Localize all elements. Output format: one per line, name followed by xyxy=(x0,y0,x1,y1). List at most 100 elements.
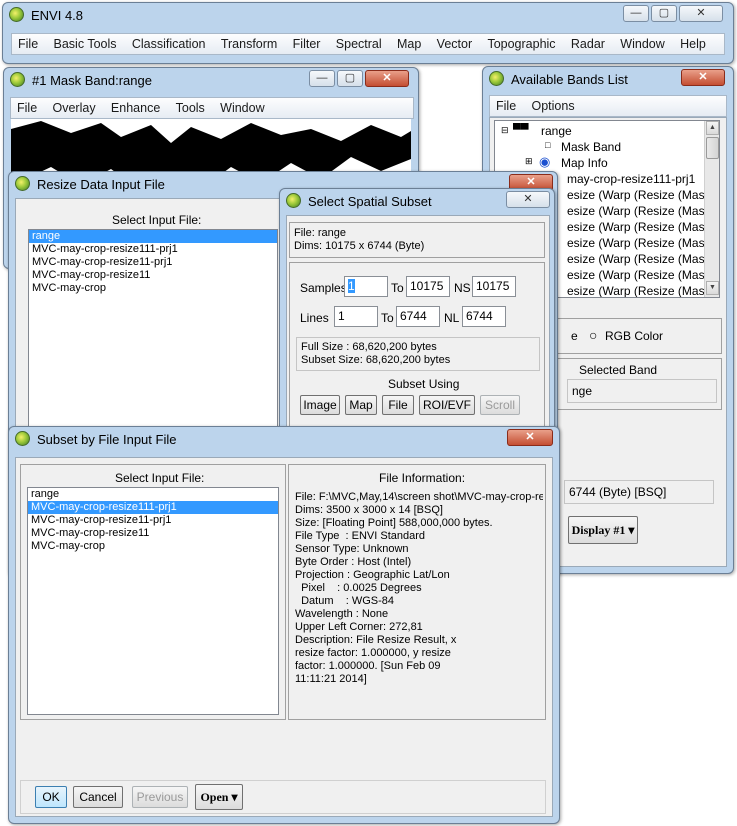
list-item[interactable]: MVC-may-crop xyxy=(29,282,277,295)
tree-collapse-icon[interactable]: ⊟ xyxy=(501,125,509,136)
tree-item[interactable]: may-crop-resize111-prj1 xyxy=(567,172,695,186)
envi-titlebar[interactable]: ENVI 4.8 — ▢ ✕ xyxy=(3,3,733,27)
subset-using-label: Subset Using xyxy=(388,377,460,391)
rgb-color-label: RGB Color xyxy=(605,329,664,343)
mask-title: #1 Mask Band:range xyxy=(32,73,152,88)
menu-tools[interactable]: Tools xyxy=(170,98,211,118)
samples-from-field[interactable]: 1 xyxy=(344,276,388,297)
info-line: resize factor: 1.000000, y resize xyxy=(295,647,451,659)
scroll-down-icon[interactable]: ▼ xyxy=(706,281,719,295)
mask-menubar: File Overlay Enhance Tools Window xyxy=(10,97,414,119)
close-button[interactable]: ✕ xyxy=(681,69,725,86)
mask-titlebar[interactable]: #1 Mask Band:range — ▢ ✕ xyxy=(4,68,418,92)
minimize-button[interactable]: — xyxy=(309,70,335,87)
close-button[interactable]: ✕ xyxy=(506,191,550,208)
display-button[interactable]: Display #1 ▾ xyxy=(568,516,638,544)
bands-title: Available Bands List xyxy=(511,72,628,87)
info-line: Pixel : 0.0025 Degrees xyxy=(295,582,422,594)
subset-client: File: range Dims: 10175 x 6744 (Byte) Sa… xyxy=(286,215,550,437)
tree-item[interactable]: esize (Warp (Resize (Mask (l xyxy=(567,188,719,202)
list-item[interactable]: MVC-may-crop-resize111-prj1 xyxy=(29,243,277,256)
scroll-thumb[interactable] xyxy=(706,137,719,159)
menu-window[interactable]: Window xyxy=(214,98,270,118)
list-item[interactable]: MVC-may-crop xyxy=(28,540,278,553)
menu-file[interactable]: File xyxy=(11,98,43,118)
nl-field[interactable]: 6744 xyxy=(462,306,506,327)
list-item[interactable]: MVC-may-crop-resize111-prj1 xyxy=(28,501,278,514)
list-item[interactable]: MVC-may-crop-resize11 xyxy=(29,269,277,282)
scroll-button[interactable]: Scroll xyxy=(480,395,520,415)
menu-basic-tools[interactable]: Basic Tools xyxy=(48,34,123,54)
close-button[interactable]: ✕ xyxy=(679,5,723,22)
open-button[interactable]: Open ▾ xyxy=(195,784,243,810)
bands-scrollbar[interactable]: ▲ ▼ xyxy=(704,121,719,297)
menu-radar[interactable]: Radar xyxy=(565,34,611,54)
ok-button[interactable]: OK xyxy=(35,786,67,808)
maximize-button[interactable]: ▢ xyxy=(337,70,363,87)
image-button[interactable]: Image xyxy=(300,395,340,415)
menu-file[interactable]: File xyxy=(490,96,522,116)
menu-classification[interactable]: Classification xyxy=(126,34,212,54)
file-button[interactable]: File xyxy=(382,395,414,415)
maximize-button[interactable]: ▢ xyxy=(651,5,677,22)
resize-file-list[interactable]: range MVC-may-crop-resize111-prj1 MVC-ma… xyxy=(28,229,278,429)
close-button[interactable]: ✕ xyxy=(507,429,553,446)
menu-options[interactable]: Options xyxy=(526,96,581,116)
sbf-titlebar[interactable]: Subset by File Input File ✕ xyxy=(9,427,559,451)
sbf-title: Subset by File Input File xyxy=(37,432,177,447)
rgb-radio[interactable]: ○ xyxy=(589,327,597,343)
file-line: File: range xyxy=(294,227,346,239)
tree-mask-band[interactable]: Mask Band xyxy=(561,140,621,154)
minimize-button[interactable]: — xyxy=(623,5,649,22)
menu-help[interactable]: Help xyxy=(674,34,712,54)
menu-window[interactable]: Window xyxy=(614,34,670,54)
spatial-subset-dialog: Select Spatial Subset ✕ File: range Dims… xyxy=(279,188,555,440)
tree-item[interactable]: esize (Warp (Resize (Mask (l xyxy=(567,268,719,282)
subset-titlebar[interactable]: Select Spatial Subset ✕ xyxy=(280,189,554,213)
menu-topographic[interactable]: Topographic xyxy=(481,34,561,54)
bands-titlebar[interactable]: Available Bands List ✕ xyxy=(483,67,733,91)
tree-item[interactable]: esize (Warp (Resize (Mask (l xyxy=(567,220,719,234)
sbf-client: Select Input File: range MVC-may-crop-re… xyxy=(15,457,553,817)
cancel-button[interactable]: Cancel xyxy=(73,786,123,808)
tree-item[interactable]: esize (Warp (Resize (Mask (l xyxy=(567,204,719,218)
envi-logo-icon xyxy=(15,176,30,191)
map-button[interactable]: Map xyxy=(345,395,377,415)
band-small-icon: □ xyxy=(545,140,551,150)
tree-map-info[interactable]: Map Info xyxy=(561,156,608,170)
tree-item[interactable]: esize (Warp (Resize (Mask (l xyxy=(567,236,719,250)
dims-box: 6744 (Byte) [BSQ] xyxy=(564,480,714,504)
menu-file[interactable]: File xyxy=(12,34,44,54)
open-button-label: Open xyxy=(200,790,229,804)
menu-overlay[interactable]: Overlay xyxy=(47,98,102,118)
envi-logo-icon xyxy=(286,193,301,208)
lines-to-field[interactable]: 6744 xyxy=(396,306,440,327)
dims-value: 6744 (Byte) [BSQ] xyxy=(569,485,667,499)
menu-enhance[interactable]: Enhance xyxy=(105,98,166,118)
close-button[interactable]: ✕ xyxy=(365,70,409,87)
sbf-button-panel: OK Cancel Previous Open ▾ xyxy=(20,780,546,814)
tree-item[interactable]: esize (Warp (Resize (Mask (l xyxy=(567,284,719,297)
tree-expand-icon[interactable]: ⊞ xyxy=(525,156,533,167)
list-item[interactable]: range xyxy=(29,230,277,243)
info-line: Dims: 3500 x 3000 x 14 [BSQ] xyxy=(295,504,443,516)
menu-spectral[interactable]: Spectral xyxy=(330,34,388,54)
sbf-file-list[interactable]: range MVC-may-crop-resize111-prj1 MVC-ma… xyxy=(27,487,279,715)
menu-transform[interactable]: Transform xyxy=(215,34,284,54)
menu-map[interactable]: Map xyxy=(391,34,427,54)
previous-button[interactable]: Previous xyxy=(132,786,188,808)
menu-vector[interactable]: Vector xyxy=(431,34,478,54)
list-item[interactable]: range xyxy=(28,488,278,501)
list-item[interactable]: MVC-may-crop-resize11 xyxy=(28,527,278,540)
samples-to-field[interactable]: 10175 xyxy=(406,276,450,297)
menu-filter[interactable]: Filter xyxy=(287,34,327,54)
tree-item[interactable]: esize (Warp (Resize (Mask (l xyxy=(567,252,719,266)
list-item[interactable]: MVC-may-crop-resize11-prj1 xyxy=(29,256,277,269)
subset-by-file-dialog: Subset by File Input File ✕ Select Input… xyxy=(8,426,560,824)
scroll-up-icon[interactable]: ▲ xyxy=(706,121,719,135)
ns-field[interactable]: 10175 xyxy=(472,276,516,297)
list-item[interactable]: MVC-may-crop-resize11-prj1 xyxy=(28,514,278,527)
tree-root-range[interactable]: range xyxy=(541,124,572,138)
lines-from-field[interactable]: 1 xyxy=(334,306,378,327)
roi-evf-button[interactable]: ROI/EVF xyxy=(419,395,475,415)
